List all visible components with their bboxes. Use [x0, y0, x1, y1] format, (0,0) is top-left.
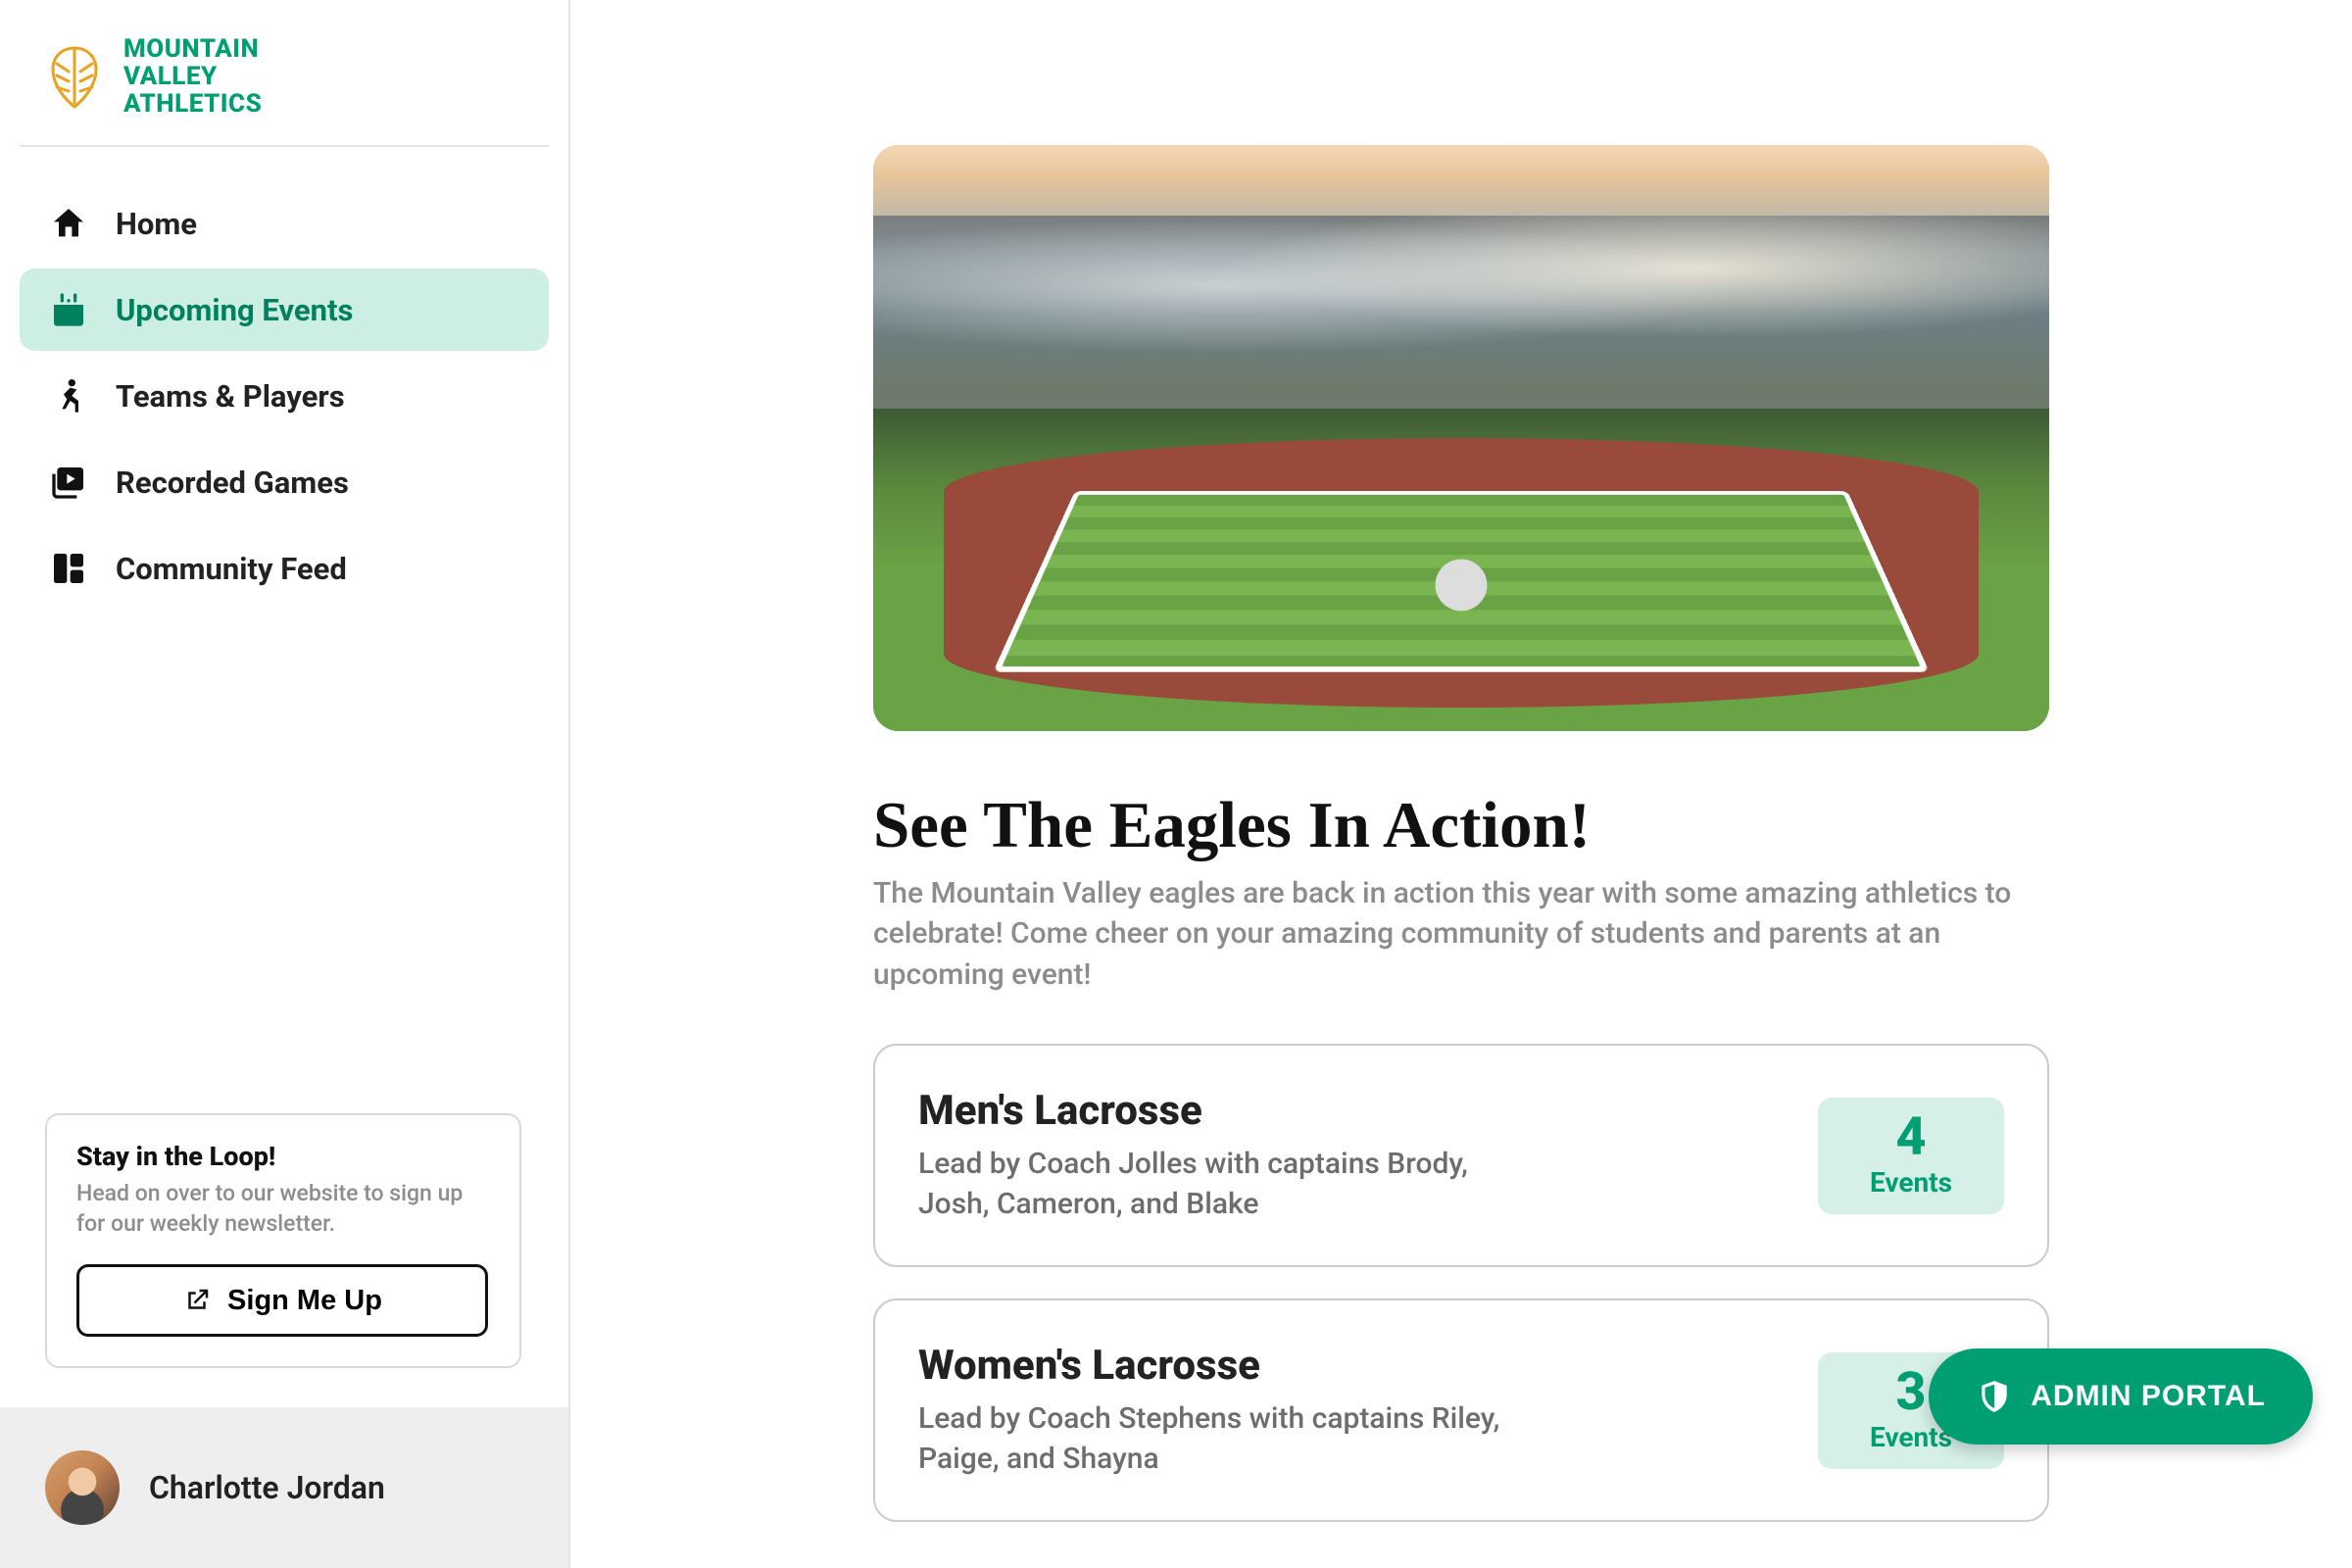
event-count: 3	[1895, 1366, 1926, 1419]
brand-line2: VALLEY	[123, 63, 262, 90]
main-content: See The Eagles In Action! The Mountain V…	[570, 0, 2352, 1568]
event-card[interactable]: Women's Lacrosse Lead by Coach Stephens …	[873, 1298, 2049, 1522]
sidebar-item-community-feed[interactable]: Community Feed	[20, 527, 549, 610]
newsletter-card: Stay in the Loop! Head on over to our we…	[45, 1113, 521, 1368]
shield-icon	[1976, 1378, 2013, 1415]
hero-image	[873, 145, 2049, 731]
sidebar-item-teams-players[interactable]: Teams & Players	[20, 355, 549, 437]
brand-line3: ATHLETICS	[123, 90, 262, 118]
eagle-logo-icon	[43, 42, 106, 111]
event-list: Men's Lacrosse Lead by Coach Jolles with…	[873, 1044, 2049, 1522]
sign-me-up-label: Sign Me Up	[227, 1285, 382, 1317]
admin-portal-label: ADMIN PORTAL	[2031, 1380, 2266, 1413]
newsletter-subtitle: Head on over to our website to sign up f…	[76, 1178, 490, 1239]
admin-portal-button[interactable]: ADMIN PORTAL	[1929, 1348, 2313, 1445]
sidebar-nav: Home Upcoming Events Teams & Players Rec…	[20, 147, 549, 610]
calendar-icon	[49, 290, 88, 329]
sidebar-item-recorded-games[interactable]: Recorded Games	[20, 441, 549, 523]
newsletter-title: Stay in the Loop!	[76, 1141, 490, 1172]
event-count: 4	[1895, 1111, 1926, 1164]
runner-icon	[49, 376, 88, 416]
event-title: Men's Lacrosse	[918, 1087, 1545, 1135]
sidebar-item-home[interactable]: Home	[20, 182, 549, 265]
home-icon	[49, 204, 88, 243]
page-subtitle: The Mountain Valley eagles are back in a…	[873, 873, 2039, 995]
sign-me-up-button[interactable]: Sign Me Up	[76, 1264, 488, 1337]
sidebar-item-label: Upcoming Events	[116, 292, 353, 328]
event-subtitle: Lead by Coach Jolles with captains Brody…	[918, 1145, 1545, 1224]
brand-logo[interactable]: MOUNTAIN VALLEY ATHLETICS	[20, 35, 549, 147]
user-name: Charlotte Jordan	[149, 1469, 385, 1506]
sidebar-item-label: Teams & Players	[116, 378, 345, 415]
event-subtitle: Lead by Coach Stephens with captains Ril…	[918, 1399, 1545, 1479]
video-library-icon	[49, 463, 88, 502]
sidebar-item-label: Home	[116, 206, 197, 242]
event-title: Women's Lacrosse	[918, 1342, 1545, 1390]
avatar	[45, 1450, 120, 1525]
sidebar: MOUNTAIN VALLEY ATHLETICS Home Upcoming …	[0, 0, 570, 1568]
dashboard-icon	[49, 549, 88, 588]
open-external-icon	[182, 1286, 212, 1315]
event-count-label: Events	[1870, 1166, 1952, 1199]
sidebar-item-upcoming-events[interactable]: Upcoming Events	[20, 269, 549, 351]
event-card[interactable]: Men's Lacrosse Lead by Coach Jolles with…	[873, 1044, 2049, 1267]
page-title: See The Eagles In Action!	[873, 788, 2049, 863]
current-user[interactable]: Charlotte Jordan	[0, 1407, 568, 1568]
brand-line1: MOUNTAIN	[123, 35, 262, 63]
sidebar-item-label: Recorded Games	[116, 465, 349, 501]
sidebar-item-label: Community Feed	[116, 551, 347, 587]
event-count-badge: 4 Events	[1818, 1098, 2004, 1214]
